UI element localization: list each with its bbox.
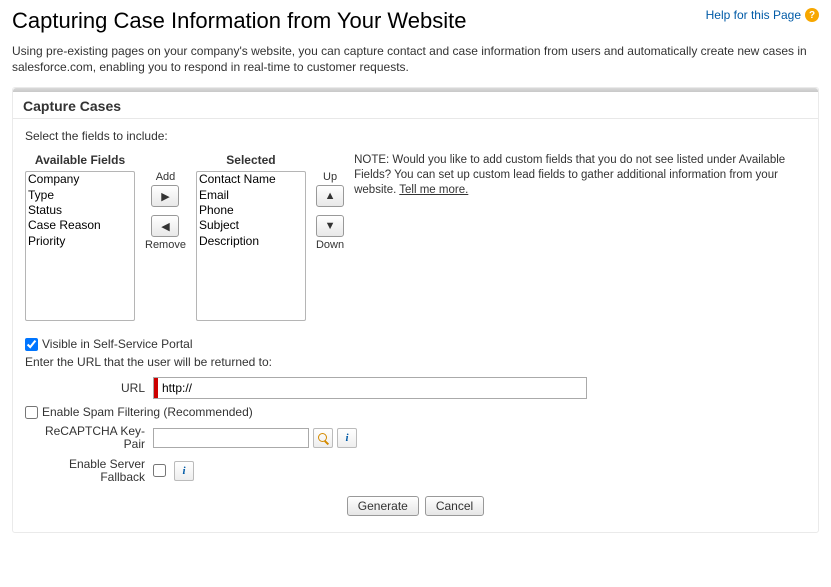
fallback-checkbox[interactable] — [153, 464, 166, 477]
tell-me-more-link[interactable]: Tell me more. — [399, 184, 468, 196]
url-label: URL — [25, 381, 153, 395]
list-item[interactable]: Description — [197, 234, 305, 249]
list-item[interactable]: Phone — [197, 203, 305, 218]
visible-label: Visible in Self-Service Portal — [42, 337, 193, 351]
generate-button[interactable]: Generate — [347, 496, 419, 516]
selected-label: Selected — [226, 153, 275, 167]
spam-filter-label: Enable Spam Filtering (Recommended) — [42, 405, 253, 419]
list-item[interactable]: Status — [26, 203, 134, 218]
available-fields-list[interactable]: CompanyTypeStatusCase ReasonPriority — [25, 171, 135, 321]
recaptcha-info-button[interactable]: i — [337, 428, 357, 448]
section-title: Capture Cases — [13, 92, 818, 119]
page-intro: Using pre-existing pages on your company… — [12, 44, 819, 75]
list-item[interactable]: Company — [26, 172, 134, 187]
url-input[interactable] — [158, 378, 586, 398]
list-item[interactable]: Contact Name — [197, 172, 305, 187]
capture-panel: Capture Cases Select the fields to inclu… — [12, 87, 819, 533]
page-title: Capturing Case Information from Your Web… — [12, 8, 467, 34]
info-icon: i — [182, 465, 185, 477]
recaptcha-lookup-button[interactable] — [313, 428, 333, 448]
recaptcha-label: ReCAPTCHA Key-Pair — [25, 425, 153, 451]
help-link[interactable]: Help for this Page — [706, 8, 801, 22]
down-label: Down — [316, 239, 344, 251]
remove-label: Remove — [145, 239, 186, 251]
selected-fields-list[interactable]: Contact NameEmailPhoneSubjectDescription — [196, 171, 306, 321]
cancel-button[interactable]: Cancel — [425, 496, 484, 516]
fields-prompt: Select the fields to include: — [25, 129, 806, 143]
return-url-prompt: Enter the URL that the user will be retu… — [25, 355, 806, 369]
available-label: Available Fields — [35, 153, 125, 167]
spam-filter-checkbox[interactable] — [25, 406, 38, 419]
list-item[interactable]: Email — [197, 188, 305, 203]
visible-checkbox[interactable] — [25, 338, 38, 351]
list-item[interactable]: Type — [26, 188, 134, 203]
down-button[interactable]: ▼ — [316, 215, 344, 237]
help-icon[interactable]: ? — [805, 8, 819, 22]
list-item[interactable]: Case Reason — [26, 218, 134, 233]
up-button[interactable]: ▲ — [316, 185, 344, 207]
add-button[interactable]: ▶ — [151, 185, 179, 207]
search-icon — [317, 432, 329, 444]
list-item[interactable]: Priority — [26, 234, 134, 249]
up-label: Up — [323, 171, 337, 183]
remove-button[interactable]: ◀ — [151, 215, 179, 237]
fallback-label: Enable Server Fallback — [25, 458, 153, 484]
custom-fields-note: NOTE: Would you like to add custom field… — [354, 153, 806, 198]
add-label: Add — [156, 171, 176, 183]
list-item[interactable]: Subject — [197, 218, 305, 233]
info-icon: i — [345, 432, 348, 444]
fallback-info-button[interactable]: i — [174, 461, 194, 481]
recaptcha-input[interactable] — [153, 428, 309, 448]
